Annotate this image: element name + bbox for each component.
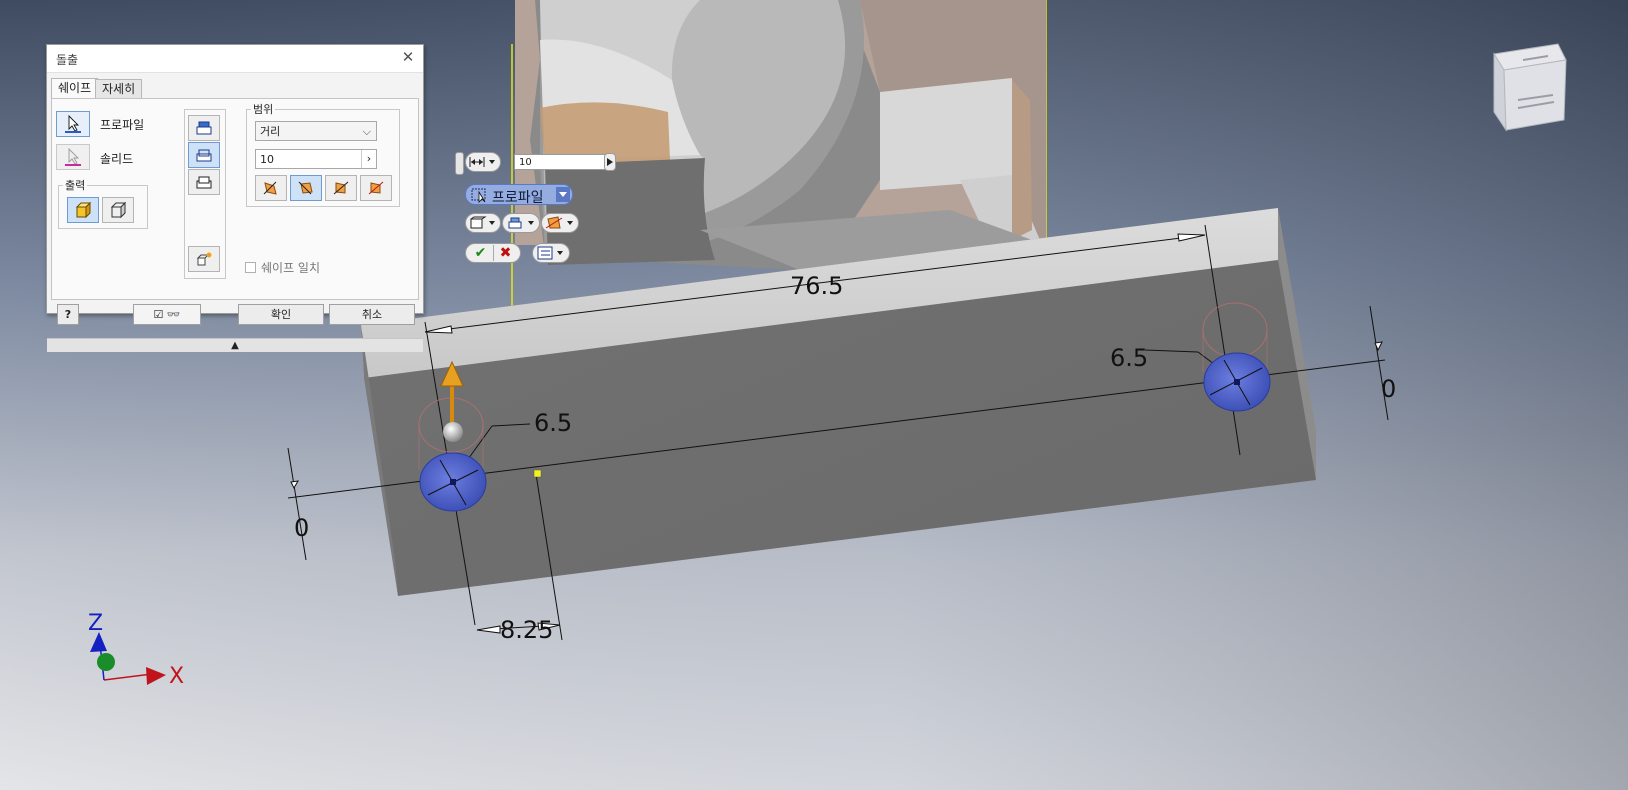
- tab-more[interactable]: 자세히: [95, 79, 143, 99]
- options-list-icon: [537, 246, 563, 260]
- cursor-arrow-icon: [65, 147, 81, 166]
- direction-asymmetric-icon: [368, 181, 384, 195]
- dimension-grip[interactable]: [533, 469, 542, 478]
- surface-cube-icon: [110, 201, 127, 219]
- dimension-length-label[interactable]: 76.5: [790, 272, 843, 300]
- range-group-label: 범위: [251, 101, 276, 117]
- match-shape-label: 쉐이프 일치: [261, 261, 321, 275]
- new-solid-button[interactable]: [188, 246, 220, 272]
- dimension-left-zero-label[interactable]: 0: [294, 514, 309, 542]
- join-button[interactable]: [188, 115, 220, 141]
- dimension-left-offset-label[interactable]: 6.5: [534, 409, 572, 437]
- profile-label: 프로파일: [100, 118, 145, 132]
- solid-label: 솔리드: [100, 152, 134, 166]
- solid-output-icon: [470, 216, 495, 229]
- mini-taper-dropdown[interactable]: [541, 213, 579, 233]
- range-type-select[interactable]: 거리 ⌵: [255, 121, 377, 141]
- chevron-right-icon[interactable]: ›: [361, 150, 376, 168]
- play-icon: [607, 158, 613, 166]
- profile-select-button[interactable]: [56, 111, 90, 137]
- output-surface-button[interactable]: [102, 197, 134, 223]
- chevron-up-icon: ▲: [231, 340, 239, 351]
- solid-cube-icon: [75, 201, 92, 219]
- ok-check-icon[interactable]: ✔: [469, 245, 493, 261]
- mini-output-dropdown[interactable]: [465, 213, 501, 233]
- cancel-button[interactable]: 취소: [329, 304, 415, 325]
- close-icon[interactable]: ✕: [399, 48, 417, 66]
- dialog-titlebar[interactable]: 돌출 ✕: [47, 45, 423, 73]
- help-button[interactable]: ?: [57, 304, 79, 325]
- distance-arrows-icon: [469, 157, 495, 167]
- dialog-footer: ? ☑ 👓 확인 취소: [47, 304, 423, 330]
- dialog-title: 돌출: [56, 53, 79, 67]
- direction-icon: [508, 217, 534, 229]
- range-type-value: 거리: [260, 125, 281, 138]
- direction-symmetric-button[interactable]: [325, 175, 357, 201]
- taper-icon: [545, 216, 573, 229]
- chevron-down-icon: ⌵: [362, 125, 371, 138]
- profile-select-icon: [471, 188, 486, 203]
- extrude-dialog: 돌출 ✕ 쉐이프 자세히 프로파일 솔리드 출력 범위 거리 ⌵ 10 › 쉐이…: [46, 44, 424, 352]
- direction-symmetric-icon: [333, 181, 349, 195]
- new-solid-icon: [196, 252, 212, 266]
- glasses-icon: 👓: [166, 308, 181, 321]
- ok-button[interactable]: 확인: [238, 304, 324, 325]
- intersect-button[interactable]: [188, 169, 220, 195]
- chevron-down-icon: [556, 187, 570, 202]
- mini-toolbar-grip[interactable]: [455, 152, 464, 175]
- help-icon: ?: [64, 308, 72, 321]
- cut-button[interactable]: [188, 142, 220, 168]
- mini-profile-label: 프로파일: [492, 190, 544, 206]
- mini-ok-cancel-group: ✔ ✖: [465, 243, 521, 263]
- view-cube[interactable]: [1488, 40, 1568, 132]
- mini-direction-dropdown[interactable]: [502, 213, 540, 233]
- distance-mode-dropdown[interactable]: [465, 152, 501, 172]
- output-group-label: 출력: [63, 177, 88, 193]
- dimension-right-offset-label[interactable]: 6.5: [1110, 344, 1148, 372]
- distance-input[interactable]: 10 ›: [255, 149, 377, 169]
- cursor-arrow-icon: [65, 114, 81, 133]
- expand-dialog-toggle[interactable]: ▲: [47, 338, 423, 352]
- direction-flipped-icon: [298, 181, 313, 195]
- match-shape-checkbox[interactable]: [245, 262, 256, 273]
- direction-flipped-button[interactable]: [290, 175, 322, 201]
- solid-select-button[interactable]: [56, 144, 90, 170]
- dialog-body: 프로파일 솔리드 출력 범위 거리 ⌵ 10 › 쉐이프 일치: [51, 98, 419, 300]
- direction-default-button[interactable]: [255, 175, 287, 201]
- cancel-x-icon[interactable]: ✖: [494, 245, 518, 261]
- dimension-right-zero-label[interactable]: 0: [1381, 375, 1396, 403]
- distance-value: 10: [260, 153, 274, 166]
- output-solid-button[interactable]: [67, 197, 99, 223]
- mini-profile-selector[interactable]: 프로파일: [465, 184, 573, 206]
- preview-toggle[interactable]: ☑ 👓: [133, 304, 201, 325]
- mini-distance-apply-button[interactable]: [604, 153, 616, 171]
- mini-options-dropdown[interactable]: [532, 243, 570, 263]
- intersect-icon: [196, 176, 212, 189]
- view-cube-icon: [1493, 43, 1567, 132]
- join-icon: [196, 121, 212, 135]
- direction-asymmetric-button[interactable]: [360, 175, 392, 201]
- z-axis-label: Z: [88, 611, 103, 636]
- direction-default-icon: [263, 181, 277, 195]
- dimension-bottom-offset-label[interactable]: 8.25: [500, 616, 553, 644]
- checkbox-checked-icon: ☑: [153, 308, 164, 321]
- x-axis-label: X: [169, 664, 184, 689]
- tab-shape[interactable]: 쉐이프: [51, 78, 99, 99]
- mini-distance-input[interactable]: 10: [514, 154, 606, 170]
- cut-icon: [196, 149, 212, 162]
